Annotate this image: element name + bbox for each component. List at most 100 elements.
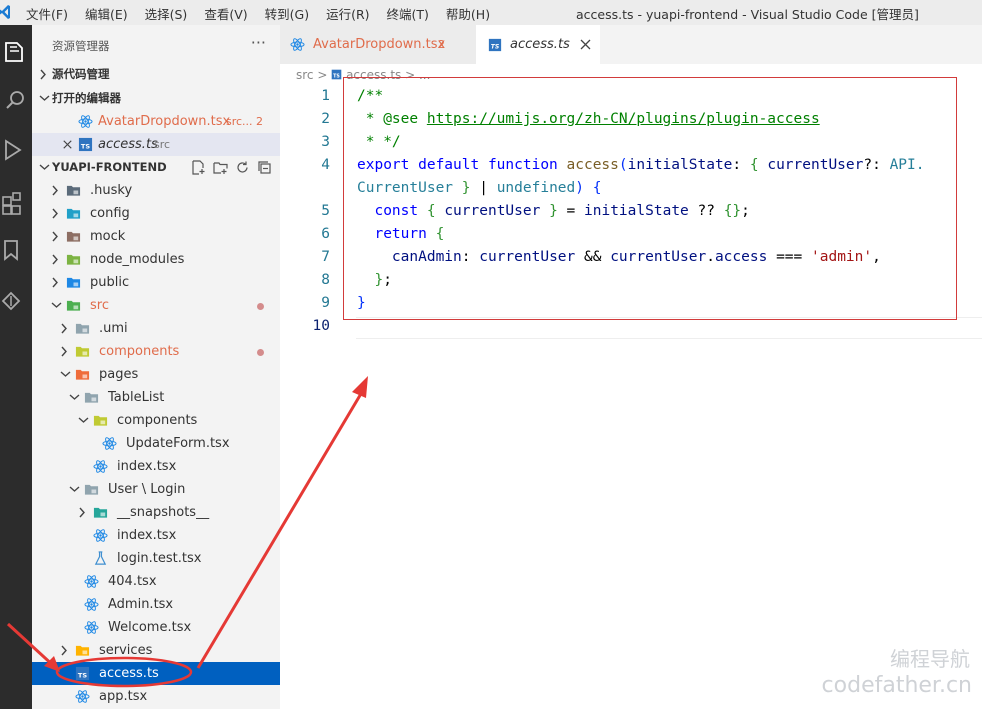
file-tree-item[interactable]: src	[32, 294, 280, 317]
react-icon	[93, 459, 108, 474]
project-section[interactable]: YUAPI-FRONTEND	[32, 156, 280, 179]
menu-edit[interactable]: 编辑(E)	[85, 4, 128, 23]
react-icon	[78, 115, 93, 128]
file-tree-label: Admin.tsx	[108, 597, 174, 612]
file-tree-item[interactable]: TS access.ts	[32, 662, 280, 685]
react-icon	[84, 597, 99, 612]
file-tree-item[interactable]: TableList	[32, 386, 280, 409]
tab-avatar-dropdown[interactable]: AvatarDropdown.tsx 2	[280, 25, 476, 64]
explorer-title: 资源管理器	[52, 39, 110, 53]
new-folder-icon[interactable]	[213, 160, 228, 175]
file-tree-label: services	[99, 643, 153, 658]
folder-husky-icon	[66, 183, 81, 198]
chevron-down-icon	[39, 164, 50, 170]
chevron-right-icon	[52, 231, 58, 242]
menu-view[interactable]: 查看(V)	[204, 4, 247, 23]
explorer-sidebar: 资源管理器 ··· 源代码管理 打开的编辑器 AvatarDropdown.ts…	[32, 25, 280, 709]
file-tree-item[interactable]: pages	[32, 363, 280, 386]
folder-pages-icon	[75, 367, 90, 382]
folder-public-icon	[66, 275, 81, 290]
file-tree-item[interactable]: components	[32, 409, 280, 432]
search-icon[interactable]	[0, 87, 32, 115]
line-number: 3	[321, 134, 330, 150]
close-icon[interactable]	[60, 137, 75, 152]
file-tree-item[interactable]: User \ Login	[32, 478, 280, 501]
chevron-down-icon	[78, 417, 89, 423]
file-tree-item[interactable]: __snapshots__	[32, 501, 280, 524]
extensions-icon[interactable]	[0, 187, 32, 215]
file-tree-label: components	[117, 413, 198, 428]
line-number: 5	[321, 203, 330, 219]
file-tree-label: config	[90, 206, 130, 221]
chevron-right-icon	[61, 346, 67, 357]
explorer-icon[interactable]	[0, 39, 32, 67]
bookmark-icon[interactable]	[0, 237, 32, 265]
svg-text:TS: TS	[491, 44, 500, 51]
file-tree-item[interactable]: 404.tsx	[32, 570, 280, 593]
breadcrumb-folder[interactable]: src	[296, 68, 314, 82]
line-number: 4	[321, 157, 330, 173]
menu-help[interactable]: 帮助(H)	[446, 4, 490, 23]
file-tree-item[interactable]: Welcome.tsx	[32, 616, 280, 639]
file-tree-label: pages	[99, 367, 139, 382]
react-icon	[102, 436, 117, 451]
file-tree-item[interactable]: Admin.tsx	[32, 593, 280, 616]
file-tree-item[interactable]: public	[32, 271, 280, 294]
open-editor-name: AvatarDropdown.tsx	[98, 114, 231, 129]
annotation-box	[343, 77, 957, 320]
file-tree-label: mock	[90, 229, 126, 244]
problem-badge: 2	[256, 115, 263, 128]
tab-access-ts[interactable]: TS access.ts	[476, 25, 600, 64]
project-name: YUAPI-FRONTEND	[52, 160, 167, 174]
file-tree-label: index.tsx	[117, 528, 177, 543]
file-tree-item[interactable]: UpdateForm.tsx	[32, 432, 280, 455]
file-tree-item[interactable]: app.tsx	[32, 685, 280, 708]
menu-file[interactable]: 文件(F)	[26, 4, 68, 23]
explorer-toolbar	[191, 160, 272, 175]
menu-bar: 文件(F) 编辑(E) 选择(S) 查看(V) 转到(G) 运行(R) 终端(T…	[26, 4, 507, 23]
tab-label: AvatarDropdown.tsx	[313, 37, 446, 52]
folder-components-icon	[75, 344, 90, 359]
source-control-section[interactable]: 源代码管理	[32, 63, 280, 86]
react-icon	[84, 574, 99, 589]
file-tree-item[interactable]: index.tsx	[32, 455, 280, 478]
file-tree-item[interactable]: login.test.tsx	[32, 547, 280, 570]
file-tree-item[interactable]: services	[32, 639, 280, 662]
react-icon	[84, 620, 99, 635]
chevron-right-icon: >	[317, 68, 332, 82]
menu-selection[interactable]: 选择(S)	[145, 4, 188, 23]
line-number: 2	[321, 111, 330, 127]
file-tree-item[interactable]: .umi	[32, 317, 280, 340]
file-tree-item[interactable]: components	[32, 340, 280, 363]
menu-go[interactable]: 转到(G)	[265, 4, 309, 23]
file-tree-item[interactable]: index.tsx	[32, 524, 280, 547]
svg-text:TS: TS	[78, 671, 87, 679]
open-editor-item[interactable]: AvatarDropdown.tsx src... 2	[32, 110, 280, 133]
close-icon[interactable]	[579, 38, 592, 51]
file-tree-label: __snapshots__	[117, 505, 210, 520]
git-graph-icon[interactable]	[0, 287, 32, 315]
refresh-icon[interactable]	[235, 160, 250, 175]
file-tree-label: login.test.tsx	[117, 551, 202, 566]
collapse-all-icon[interactable]	[257, 160, 272, 175]
open-editor-item[interactable]: TS access.ts src	[32, 133, 280, 156]
menu-run[interactable]: 运行(R)	[326, 4, 369, 23]
file-tree-item[interactable]: node_modules	[32, 248, 280, 271]
chevron-down-icon	[60, 371, 71, 377]
chevron-right-icon	[52, 277, 58, 288]
new-file-icon[interactable]	[191, 160, 206, 175]
file-tree-label: src	[90, 298, 109, 313]
file-tree-label: Welcome.tsx	[108, 620, 192, 635]
react-icon	[93, 528, 108, 543]
watermark-url: codefather.cn	[821, 673, 972, 698]
more-actions-icon[interactable]: ···	[251, 33, 266, 52]
file-tree-item[interactable]: mock	[32, 225, 280, 248]
menu-terminal[interactable]: 终端(T)	[387, 4, 429, 23]
line-number: 10	[312, 318, 330, 334]
file-tree-item[interactable]: .husky	[32, 179, 280, 202]
open-editors-section[interactable]: 打开的编辑器	[32, 87, 280, 110]
file-tree-item[interactable]: config	[32, 202, 280, 225]
watermark-title: 编程导航	[890, 647, 970, 671]
run-debug-icon[interactable]	[0, 137, 32, 165]
folder-components-icon	[93, 413, 108, 428]
